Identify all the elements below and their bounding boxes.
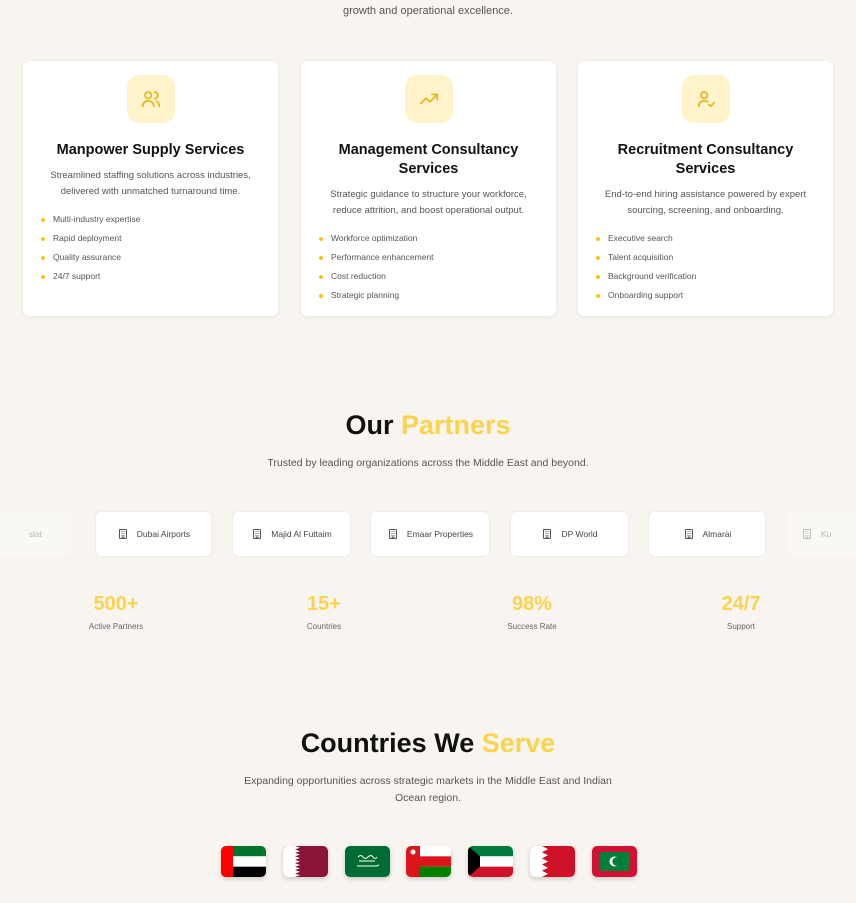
bullet-icon	[41, 255, 45, 260]
qatar-flag[interactable]	[283, 846, 328, 877]
user-check-icon	[681, 75, 730, 123]
feature-item: Rapid deployment	[41, 229, 260, 248]
stat-success-rate: 98% Success Rate	[472, 593, 592, 631]
building-icon	[253, 529, 262, 539]
building-icon	[388, 529, 397, 539]
feature-list: Multi-industry expertise Rapid deploymen…	[41, 210, 260, 286]
building-icon	[684, 529, 693, 539]
bahrain-flag[interactable]	[530, 846, 575, 877]
feature-item: Cost reduction	[319, 267, 538, 286]
service-description: End-to-end hiring assistance powered by …	[604, 189, 807, 216]
feature-list: Executive search Talent acquisition Back…	[596, 229, 815, 305]
partner-card[interactable]: Emaar Properties	[370, 511, 490, 557]
feature-list: Workforce optimization Performance enhan…	[319, 229, 538, 305]
stat-label: Active Partners	[88, 622, 144, 631]
bullet-icon	[319, 293, 323, 298]
service-card-manpower[interactable]: Manpower Supply Services Streamlined sta…	[22, 60, 279, 317]
building-icon	[543, 529, 552, 539]
partner-card-partial-right[interactable]: Ku	[786, 511, 856, 557]
partner-card[interactable]: Almarai	[648, 511, 766, 557]
feature-item: Quality assurance	[41, 248, 260, 267]
trending-up-icon	[404, 75, 453, 123]
stat-active-partners: 500+ Active Partners	[56, 593, 176, 631]
service-title: Recruitment Consultancy Services	[617, 142, 794, 177]
partner-name: Almarai	[702, 529, 732, 539]
partner-name: Emaar Properties	[406, 529, 474, 539]
feature-item: Onboarding support	[596, 286, 815, 305]
feature-item: Workforce optimization	[319, 229, 538, 248]
partner-name: Dubai Airports	[136, 529, 191, 539]
feature-item: 24/7 support	[41, 267, 260, 286]
oman-flag[interactable]	[406, 846, 451, 877]
bullet-icon	[41, 274, 45, 279]
partner-card[interactable]: DP World	[510, 511, 629, 557]
maldives-flag[interactable]	[592, 846, 637, 877]
service-title: Manpower Supply Services	[56, 142, 245, 158]
service-description: Streamlined staffing solutions across in…	[50, 170, 251, 197]
bullet-icon	[41, 217, 45, 222]
bullet-icon	[319, 255, 323, 260]
stat-value: 500+	[93, 593, 139, 615]
countries-heading: Countries We Serve	[300, 728, 556, 758]
bullet-icon	[319, 236, 323, 241]
partner-name-fragment: slat	[28, 529, 42, 539]
partner-name: DP World	[561, 529, 598, 539]
partners-heading: Our Partners	[345, 410, 511, 440]
service-description: Strategic guidance to structure your wor…	[330, 189, 527, 216]
stat-value: 24/7	[721, 593, 761, 615]
stat-label: Countries	[306, 622, 342, 631]
bullet-icon	[596, 255, 600, 260]
service-card-management[interactable]: Management Consultancy Services Strategi…	[300, 60, 557, 317]
stat-label: Success Rate	[507, 622, 557, 631]
feature-item: Multi-industry expertise	[41, 210, 260, 229]
service-title: Management Consultancy Services	[338, 142, 519, 177]
partner-name: Majid Al Futtaim	[271, 529, 332, 539]
intro-text: growth and operational excellence.	[342, 5, 513, 17]
stat-value: 15+	[307, 593, 341, 615]
bullet-icon	[319, 274, 323, 279]
stat-value: 98%	[511, 593, 553, 615]
partner-card[interactable]: Majid Al Futtaim	[232, 511, 351, 557]
stat-countries: 15+ Countries	[264, 593, 384, 631]
countries-subtitle: Expanding opportunities across strategic…	[244, 775, 612, 804]
feature-item: Strategic planning	[319, 286, 538, 305]
service-card-recruitment[interactable]: Recruitment Consultancy Services End-to-…	[577, 60, 834, 317]
stat-label: Support	[726, 622, 756, 631]
partners-subtitle: Trusted by leading organizations across …	[267, 457, 589, 469]
stat-support: 24/7 Support	[681, 593, 801, 631]
feature-item: Talent acquisition	[596, 248, 815, 267]
partner-card-partial-left[interactable]: slat	[0, 511, 73, 557]
saudi-arabia-flag[interactable]	[345, 846, 390, 877]
feature-item: Background verification	[596, 267, 815, 286]
partner-card[interactable]: Dubai Airports	[95, 511, 212, 557]
uae-flag[interactable]	[221, 846, 266, 877]
building-icon	[118, 529, 127, 539]
bullet-icon	[596, 293, 600, 298]
bullet-icon	[41, 236, 45, 241]
users-icon	[126, 75, 175, 123]
bullet-icon	[596, 236, 600, 241]
building-icon	[803, 529, 811, 539]
bullet-icon	[596, 274, 600, 279]
feature-item: Performance enhancement	[319, 248, 538, 267]
partner-name-fragment: Ku	[821, 529, 832, 539]
feature-item: Executive search	[596, 229, 815, 248]
kuwait-flag[interactable]	[468, 846, 513, 877]
